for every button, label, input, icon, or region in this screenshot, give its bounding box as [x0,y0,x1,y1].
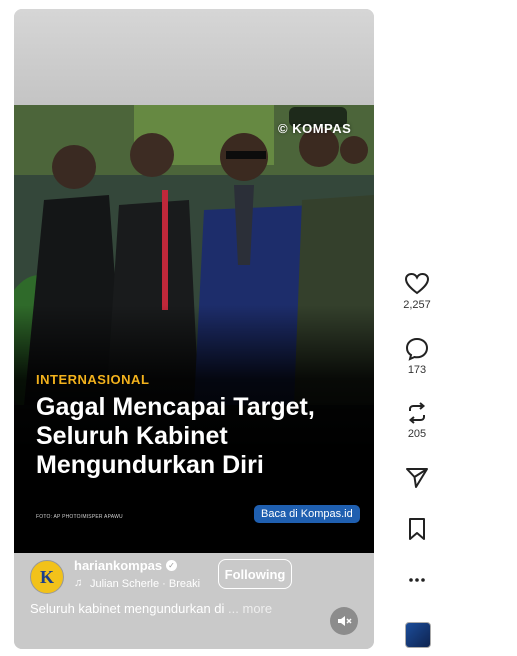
photo-credit: FOTO: AP PHOTO/MISPER APAWU [36,514,123,520]
save-action[interactable] [393,517,441,541]
avatar-letter: K [39,566,54,587]
caption[interactable]: Seluruh kabinet mengundurkan di ... more [30,601,272,616]
comment-icon[interactable] [404,337,430,361]
category-label: INTERNASIONAL [36,372,150,387]
read-on-kompas-button[interactable]: Baca di Kompas.id [254,505,360,523]
repost-action[interactable]: 205 [393,401,441,440]
share-action[interactable] [393,466,441,490]
like-count: 2,257 [403,299,431,311]
bookmark-icon[interactable] [404,517,430,541]
more-options-action[interactable] [393,566,441,590]
music-note-icon: ♫ [74,577,83,589]
speaker-muted-icon [338,616,352,626]
comment-count: 173 [407,364,427,376]
headline-line: Seluruh Kabinet [36,422,228,450]
headline-line: Mengundurkan Diri [36,451,264,479]
verified-icon: ✓ [166,560,177,571]
caption-text: Seluruh kabinet mengundurkan di [30,601,225,616]
like-action[interactable]: 2,257 [393,272,441,311]
more-dots-icon[interactable] [404,566,430,590]
repost-icon[interactable] [404,401,430,425]
comment-action[interactable]: 173 [393,337,441,376]
post-image[interactable]: © KOMPAS INTERNASIONAL Gagal Mencapai Ta… [14,105,374,553]
reel-card[interactable]: © KOMPAS INTERNASIONAL Gagal Mencapai Ta… [14,9,374,649]
top-gradient [14,9,374,105]
kompas-watermark: © KOMPAS [278,121,352,136]
username[interactable]: hariankompas [74,558,162,573]
mute-button[interactable] [330,607,358,635]
headline-line: Gagal Mencapai Target, [36,393,315,421]
headline: Gagal Mencapai Target, Seluruh Kabinet M… [36,393,356,480]
following-button[interactable]: Following [218,559,292,589]
post-info: K hariankompas ✓ ♫ Julian Scherle · Brea… [14,553,374,649]
heart-icon[interactable] [404,272,430,296]
avatar[interactable]: K [30,560,64,594]
music-info[interactable]: Julian Scherle · Breaki [90,578,204,590]
send-icon[interactable] [404,466,430,490]
audio-thumbnail[interactable] [405,622,431,648]
repost-count: 205 [407,428,427,440]
more-link[interactable]: ... more [228,601,272,616]
